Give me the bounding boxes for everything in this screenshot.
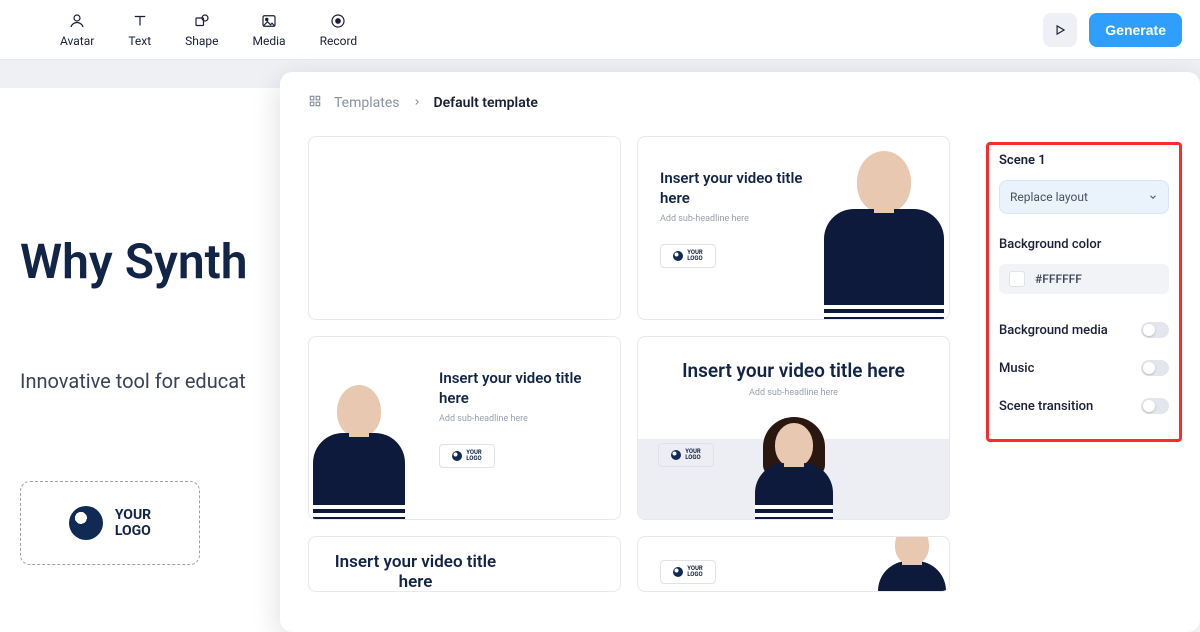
breadcrumb-root[interactable]: Templates: [334, 95, 400, 111]
scene-panel: Scene 1 Replace layout Background color …: [986, 142, 1182, 442]
replace-layout-label: Replace layout: [1010, 190, 1088, 204]
shape-icon: [193, 12, 211, 30]
tool-avatar[interactable]: Avatar: [60, 12, 94, 48]
tool-text[interactable]: Text: [128, 12, 151, 48]
chevron-right-icon: [412, 95, 422, 111]
template-title-right-avatar[interactable]: YOUR LOGO: [637, 536, 950, 592]
main: Why Synth Innovative tool for educat YOU…: [0, 60, 1200, 599]
template-avatar-left[interactable]: Insert your video title here Add sub-hea…: [308, 336, 621, 520]
template-sub: Add sub-headline here: [439, 414, 620, 424]
media-icon: [260, 12, 278, 30]
toolbar-left: Avatar Text Shape Media Record: [60, 12, 357, 48]
template-avatar-right[interactable]: Insert your video title here Add sub-hea…: [637, 136, 950, 320]
avatar-icon: [68, 12, 86, 30]
bg-color-value: #FFFFFF: [1035, 272, 1082, 286]
play-icon: [1053, 23, 1067, 37]
logo-icon: [673, 251, 683, 261]
record-icon: [329, 12, 347, 30]
transition-toggle[interactable]: [1141, 398, 1169, 414]
slide-preview: Why Synth Innovative tool for educat YOU…: [0, 88, 280, 599]
logo-icon: [452, 451, 462, 461]
color-swatch: [1009, 271, 1025, 287]
logo-text: YOUR LOGO: [115, 507, 151, 539]
template-sub: Add sub-headline here: [660, 214, 839, 224]
template-blank[interactable]: [308, 136, 621, 320]
text-icon: [131, 12, 149, 30]
tool-record[interactable]: Record: [320, 12, 358, 48]
template-logo-chip: YOUR LOGO: [660, 560, 716, 584]
template-title: Insert your video title here: [660, 169, 820, 208]
avatar-illustration: [309, 385, 409, 519]
toolbar-right: Generate: [1043, 13, 1182, 47]
music-toggle[interactable]: [1141, 360, 1169, 376]
template-logo-chip: YOUR LOGO: [658, 443, 714, 467]
tool-shape[interactable]: Shape: [185, 12, 218, 48]
generate-button[interactable]: Generate: [1089, 13, 1182, 47]
logo-icon: [671, 450, 681, 460]
slide-title: Why Synth: [20, 236, 280, 289]
logo-placeholder[interactable]: YOUR LOGO: [20, 481, 200, 565]
template-logo-chip: YOUR LOGO: [660, 244, 716, 268]
template-title: Insert your video title here: [439, 369, 599, 408]
template-sub: Add sub-headline here: [658, 388, 929, 398]
template-logo-chip: YOUR LOGO: [439, 444, 495, 468]
template-grid: Insert your video title here Add sub-hea…: [308, 136, 950, 592]
bg-media-row: Background media: [999, 318, 1169, 342]
template-title-left[interactable]: Insert your video title here: [308, 536, 621, 592]
transition-row: Scene transition: [999, 394, 1169, 418]
music-label: Music: [999, 361, 1034, 376]
bg-color-row: Background color: [999, 232, 1169, 256]
chevron-down-icon: [1148, 192, 1158, 202]
breadcrumb-current: Default template: [434, 95, 538, 111]
tool-label: Avatar: [60, 34, 94, 48]
grid-icon: [308, 94, 322, 112]
avatar-illustration: [819, 151, 949, 319]
scene-title: Scene 1: [999, 153, 1169, 168]
replace-layout-select[interactable]: Replace layout: [999, 180, 1169, 214]
template-title: Insert your video title here: [331, 552, 500, 592]
avatar-illustration: [875, 536, 949, 591]
bg-media-label: Background media: [999, 323, 1108, 338]
bg-color-input[interactable]: #FFFFFF: [999, 264, 1169, 294]
avatar-illustration: [752, 423, 836, 519]
top-toolbar: Avatar Text Shape Media Record: [0, 0, 1200, 60]
tool-media[interactable]: Media: [253, 12, 286, 48]
logo-icon: [673, 567, 683, 577]
tool-label: Record: [320, 34, 358, 48]
template-title: Insert your video title here: [658, 359, 929, 382]
breadcrumb: Templates Default template: [308, 94, 1172, 112]
logo-icon: [69, 506, 103, 540]
tool-label: Media: [253, 34, 286, 48]
bg-media-toggle[interactable]: [1141, 322, 1169, 338]
tool-label: Shape: [185, 34, 218, 48]
bg-color-label: Background color: [999, 237, 1101, 252]
transition-label: Scene transition: [999, 399, 1093, 414]
tool-label: Text: [128, 34, 151, 48]
template-avatar-center[interactable]: Insert your video title here Add sub-hea…: [637, 336, 950, 520]
play-button[interactable]: [1043, 13, 1077, 47]
slide-subtitle: Innovative tool for educat: [20, 369, 280, 393]
music-row: Music: [999, 356, 1169, 380]
